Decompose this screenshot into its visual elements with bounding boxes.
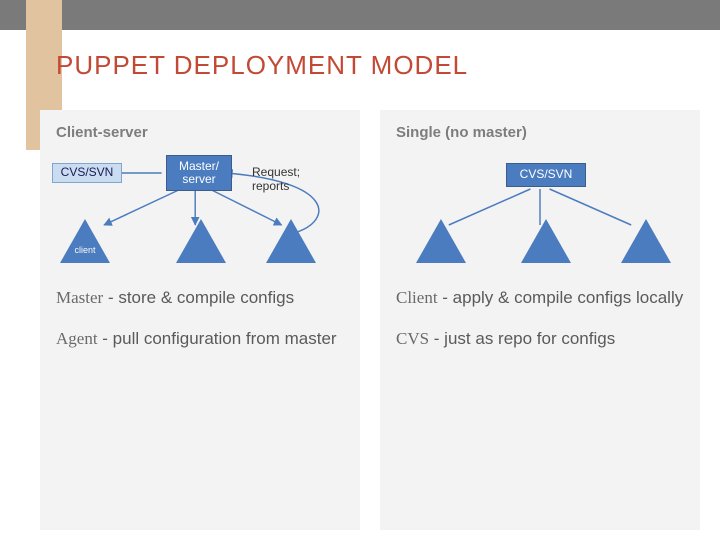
rest-master: - store & compile configs [103, 288, 294, 307]
annotation-request-reports: Request; reports [252, 165, 300, 194]
col-title-right: Single (no master) [396, 124, 684, 141]
cvs-label-right: CVS/SVN [520, 168, 573, 181]
client-triangle-2 [176, 219, 226, 263]
cvs-box-right: CVS/SVN [506, 163, 586, 187]
rest-cvs: - just as repo for configs [429, 329, 615, 348]
columns: Client-server CVS/SVN Master/ server [40, 110, 700, 530]
term-master: Master [56, 288, 103, 307]
term-cvs: CVS [396, 329, 429, 348]
page-title: PUPPET DEPLOYMENT MODEL [56, 50, 468, 81]
desc-agent: Agent - pull configuration from master [56, 328, 344, 351]
desc-master: Master - store & compile configs [56, 287, 344, 310]
term-client: Client [396, 288, 438, 307]
cvs-box-left: CVS/SVN [52, 163, 122, 183]
col-single: Single (no master) CVS/SVN Client - appl… [380, 110, 700, 530]
master-box: Master/ server [166, 155, 232, 191]
diagram-single: CVS/SVN [396, 149, 684, 269]
col-title-left: Client-server [56, 124, 344, 141]
desc-client: Client - apply & compile configs locally [396, 287, 684, 310]
client-triangle-1-label: client [60, 245, 110, 255]
desc-cvs: CVS - just as repo for configs [396, 328, 684, 351]
term-agent: Agent [56, 329, 98, 348]
single-triangle-3 [621, 219, 671, 263]
diagram-client-server: CVS/SVN Master/ server Request; reports … [56, 149, 344, 269]
single-triangle-2 [521, 219, 571, 263]
client-triangle-1 [60, 219, 110, 263]
single-triangle-1 [416, 219, 466, 263]
rest-agent: - pull configuration from master [98, 329, 337, 348]
col-client-server: Client-server CVS/SVN Master/ server [40, 110, 360, 530]
master-label: Master/ server [179, 160, 219, 186]
top-bar [0, 0, 720, 30]
client-triangle-3 [266, 219, 316, 263]
rest-client: - apply & compile configs locally [438, 288, 684, 307]
cvs-label-left: CVS/SVN [61, 166, 114, 179]
